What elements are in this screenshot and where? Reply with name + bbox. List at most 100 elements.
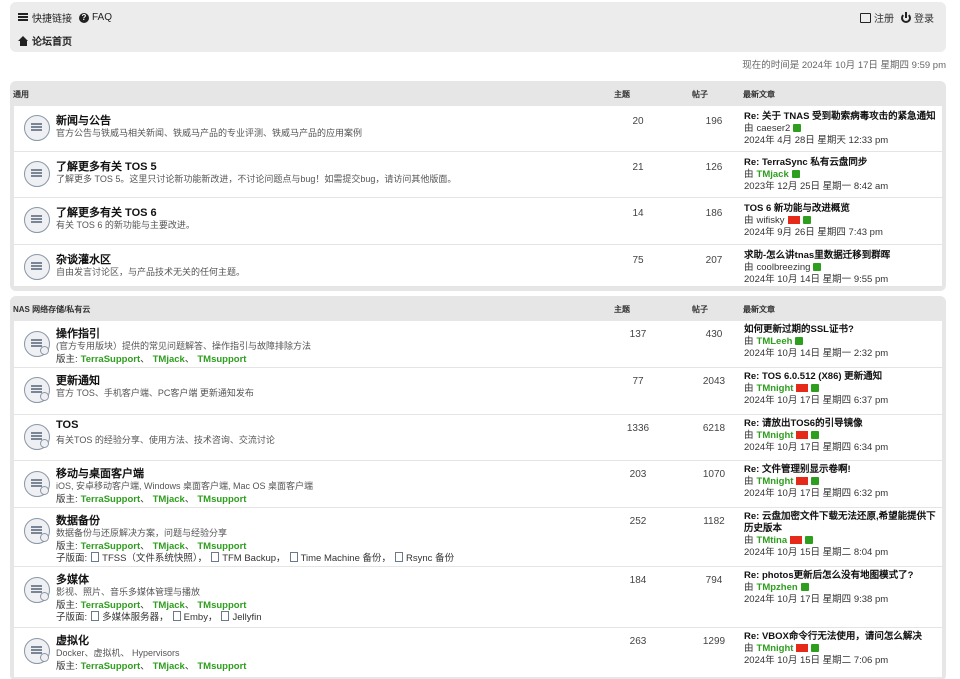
subforum-link[interactable]: Jellyfin [221, 612, 261, 623]
goto-last-post-icon[interactable] [811, 477, 820, 485]
goto-last-post-icon[interactable] [813, 263, 822, 271]
author-link[interactable]: wifisky [757, 215, 785, 226]
last-post-date: 2024年 4月 28日 星期天 12:33 pm [744, 135, 889, 146]
last-post-author: 由 caeser2 [744, 123, 944, 135]
author-link[interactable]: caeser2 [757, 123, 791, 134]
by-label: 由 [744, 383, 754, 394]
category-title[interactable]: 通用 [13, 89, 29, 100]
author-link[interactable]: TMjack [757, 169, 789, 180]
author-link[interactable]: TMnight [757, 383, 794, 394]
forum-row: TOS 有关TOS 的经验分享、使用方法、技术咨询、交流讨论 1336 6218 Re:… [14, 415, 942, 461]
last-post-title-link[interactable]: Re: 文件管理别显示卷啊! [744, 464, 944, 476]
quick-links-link[interactable]: 快捷链接 [32, 10, 72, 25]
goto-last-post-icon[interactable] [802, 216, 811, 224]
topics-count: 21 [632, 162, 644, 173]
column-header-last-post: 最新文章 [743, 305, 775, 314]
faq-link[interactable]: FAQ [92, 12, 112, 23]
last-post-title-link[interactable]: Re: photos更新后怎么没有地图模式了? [744, 570, 944, 582]
forum-row: 操作指引 (官方专用版块）提供的常见问题解答、操作指引与故障排除方法 版主: Terr… [14, 321, 942, 368]
last-post: 求助-怎么讲tnas里数据迁移到群晖由 coolbreezing 2024年 10月… [744, 250, 944, 286]
last-post-title-link[interactable]: Re: TOS 6.0.512 (X86) 更新通知 [744, 371, 944, 383]
login-link[interactable]: 登录 [914, 10, 934, 25]
last-post-title-link[interactable]: Re: 请放出TOS6的引导镜像 [744, 418, 944, 430]
topics-count: 203 [629, 469, 647, 480]
forum-category: NAS 网络存储/私有云 主题 帖子 最新文章 操作指引 (官方专用版块）提供的常见问题解… [10, 296, 946, 679]
goto-last-post-icon[interactable] [805, 536, 814, 544]
last-post-title-link[interactable]: 如何更新过期的SSL证书? [744, 324, 944, 336]
forum-row: 移动与桌面客户端 iOS, 安卓移动客户端, Windows 桌面客户端, Mac… [14, 461, 942, 508]
moderator-link[interactable]: TMjack [153, 494, 185, 505]
separator: ， [197, 553, 208, 564]
author-link[interactable]: TMLeeh [757, 336, 793, 347]
author-link[interactable]: TMnight [757, 643, 794, 654]
moderator-link[interactable]: TerraSupport [81, 494, 140, 505]
last-post: Re: 文件管理别显示卷啊! 由 TMnight 2024年 10月 17日 星期四 … [744, 464, 944, 500]
goto-last-post-icon[interactable] [793, 124, 802, 132]
goto-last-post-icon[interactable] [791, 170, 800, 178]
subforum-link[interactable]: TFM Backup [211, 553, 276, 564]
last-post-title-link[interactable]: Re: VBOX命令行无法使用，请问怎么解决 [744, 631, 944, 643]
moderators-label: 版主: [56, 494, 78, 505]
author-link[interactable]: TMnight [757, 430, 794, 441]
subforum-link[interactable]: TFSS（文件系统快照） [91, 553, 198, 564]
subforum-link[interactable]: Rsync 备份 [395, 553, 454, 564]
moderator-link[interactable]: TMjack [153, 354, 185, 365]
goto-last-post-icon[interactable] [811, 644, 820, 652]
china-flag-icon [796, 384, 809, 392]
subforum-link[interactable]: 多媒体服务器 [91, 612, 159, 623]
last-post-title-link[interactable]: Re: 云盘加密文件下载无法还原,希望能提供下历史版本 [744, 511, 944, 535]
last-post-date: 2024年 10月 17日 星期四 9:38 pm [744, 594, 889, 605]
last-post-title-link[interactable]: 求助-怎么讲tnas里数据迁移到群晖 [744, 250, 944, 262]
moderator-link[interactable]: TerraSupport [81, 661, 140, 672]
last-post-title-link[interactable]: TOS 6 新功能与改进概览 [744, 203, 944, 215]
last-post-date: 2024年 10月 17日 星期四 6:32 pm [744, 488, 889, 499]
goto-last-post-icon[interactable] [800, 583, 809, 591]
goto-last-post-icon[interactable] [795, 337, 804, 345]
last-post: Re: TOS 6.0.512 (X86) 更新通知由 TMnight 2024年 … [744, 371, 944, 407]
forum-category: 通用 主题 帖子 最新文章 新闻与公告 官方公告与铁威马相关新闻、铁威马产品的专业评测、铁… [10, 81, 946, 291]
moderator-link[interactable]: TMsupport [197, 494, 246, 505]
topics-count: 75 [632, 255, 644, 266]
moderator-link[interactable]: TMsupport [197, 661, 246, 672]
edit-icon [860, 12, 871, 23]
last-post-date: 2024年 10月 15日 星期二 8:04 pm [744, 547, 889, 558]
last-post-author: 由 TMpzhen [744, 582, 944, 594]
separator: ， [207, 612, 218, 623]
forum-read-icon [24, 638, 50, 664]
moderator-link[interactable]: TMsupport [197, 354, 246, 365]
by-label: 由 [744, 535, 754, 546]
subforum-link[interactable]: Time Machine 备份 [290, 553, 382, 564]
author-link[interactable]: coolbreezing [757, 262, 811, 273]
category-title[interactable]: NAS 网络存储/私有云 [13, 304, 90, 315]
separator: 、 [140, 661, 150, 672]
forum-read-icon [24, 377, 50, 403]
last-post-title-link[interactable]: Re: TerraSync 私有云盘同步 [744, 157, 944, 169]
column-header-last-post: 最新文章 [743, 90, 775, 99]
goto-last-post-icon[interactable] [811, 431, 820, 439]
last-post-author: 由 TMnight [744, 430, 944, 442]
forum-title-link[interactable]: TOS [56, 419, 78, 431]
subforums-label: 子版面: [56, 553, 88, 564]
goto-last-post-icon[interactable] [811, 384, 820, 392]
column-header-posts: 帖子 [692, 90, 708, 99]
topics-count: 137 [629, 329, 647, 340]
forum-description: 官方公告与铁威马相关新闻、铁威马产品的专业评测、铁威马产品的应用案例 [56, 128, 363, 138]
posts-count: 430 [705, 329, 723, 340]
subforum-link[interactable]: Emby [173, 612, 208, 623]
forum-read-icon [24, 207, 50, 233]
register-link[interactable]: 注册 [874, 10, 894, 25]
moderator-link[interactable]: TMjack [153, 661, 185, 672]
category-header: NAS 网络存储/私有云 主题 帖子 最新文章 [10, 296, 946, 321]
posts-count: 126 [705, 162, 723, 173]
last-post-title-link[interactable]: Re: 关于 TNAS 受到勒索病毒攻击的紧急通知 [744, 111, 944, 123]
last-post-author: 由 TMnight [744, 383, 944, 395]
board-index-link[interactable]: 论坛首页 [32, 33, 72, 48]
user-links: 注册 登录 [860, 10, 938, 25]
forum-row: 数据备份 数据备份与还原解决方案，问题与经验分享 版主: TerraSupport、 T… [14, 508, 942, 567]
author-link[interactable]: TMtina [757, 535, 788, 546]
last-post-date: 2024年 10月 14日 星期一 2:32 pm [744, 348, 889, 359]
forum-read-icon [24, 115, 50, 141]
moderator-link[interactable]: TerraSupport [81, 354, 140, 365]
author-link[interactable]: TMpzhen [757, 582, 798, 593]
author-link[interactable]: TMnight [757, 476, 794, 487]
